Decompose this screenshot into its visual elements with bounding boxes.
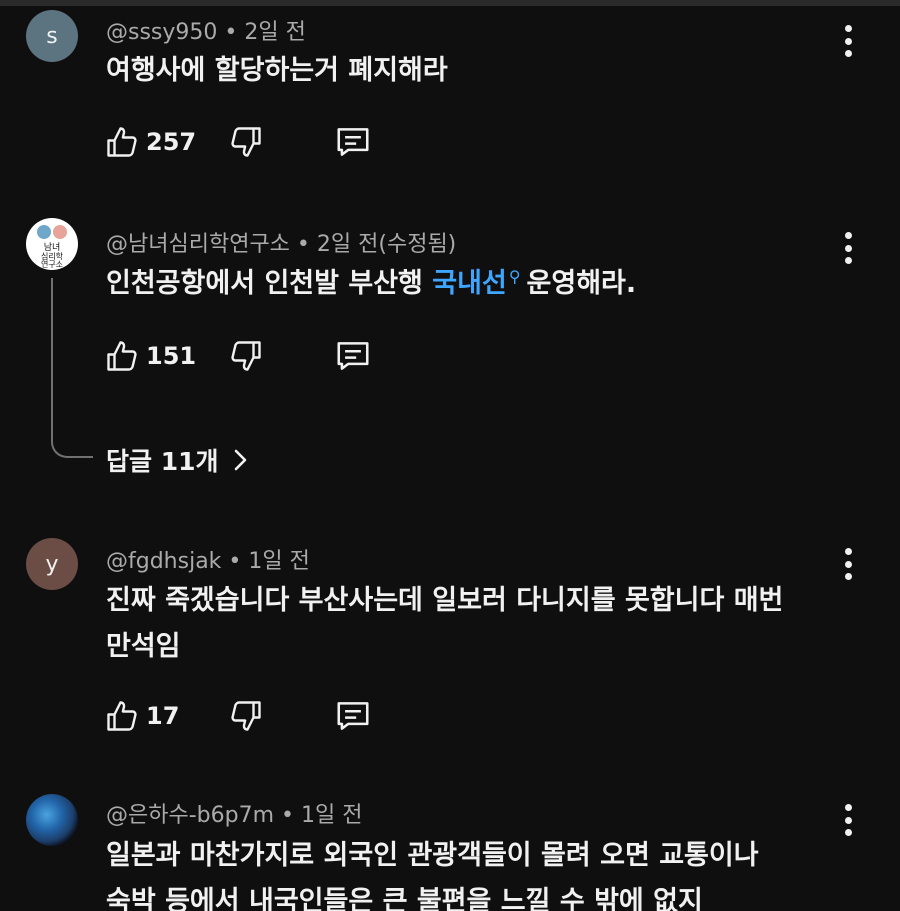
- comment-icon: [337, 702, 369, 730]
- more-vertical-icon[interactable]: [838, 804, 858, 836]
- comment-text: 진짜 죽겠습니다 부산사는데 일보러 다니지를 못합니다 매번 만석임: [106, 578, 783, 670]
- comments-screen: s @sssy950 • 2일 전 여행사에 할당하는거 폐지해라 257 남녀…: [0, 0, 900, 911]
- like-count: 257: [146, 128, 197, 156]
- comment-text-line: 숙박 등에서 내국인들은 큰 불편을 느낄 수 밖에 없지: [106, 886, 703, 911]
- avatar-initial: y: [45, 551, 59, 577]
- reply-button[interactable]: [334, 334, 372, 378]
- comment-meta: @fgdhsjak • 1일 전: [106, 543, 310, 575]
- reply-button[interactable]: [334, 120, 372, 164]
- thumbs-down-icon: [231, 701, 261, 731]
- more-vertical-icon[interactable]: [838, 25, 858, 57]
- comment-time: 2일 전: [244, 20, 306, 45]
- comment-text-line: 진짜 죽겠습니다 부산사는데 일보러 다니지를 못합니다 매번: [106, 585, 784, 616]
- comment-text: 일본과 마찬가지로 외국인 관광객들이 몰려 오면 교통이나 숙박 등에서 내국…: [106, 833, 759, 911]
- comment-author[interactable]: @sssy950: [106, 20, 217, 45]
- comment-author[interactable]: @은하수-b6p7m: [106, 803, 274, 828]
- meta-separator: •: [281, 803, 301, 828]
- comment-actions: 151: [100, 334, 400, 378]
- comment-text-line: 만석임: [106, 631, 181, 662]
- comment-time: 2일 전(수정됨): [316, 232, 457, 257]
- like-button[interactable]: 257: [104, 120, 196, 164]
- more-vertical-icon[interactable]: [838, 548, 858, 580]
- avatar-logo: 남녀 심리학 연구소: [37, 225, 67, 269]
- comment-meta: @은하수-b6p7m • 1일 전: [106, 797, 362, 829]
- meta-separator: •: [228, 549, 249, 574]
- avatar[interactable]: [26, 794, 78, 846]
- comment-icon: [337, 342, 369, 370]
- search-link[interactable]: 국내선: [432, 268, 507, 299]
- meta-separator: •: [224, 20, 245, 45]
- like-count: 17: [146, 702, 180, 730]
- like-button[interactable]: 17: [104, 694, 179, 738]
- comment-time: 1일 전: [248, 549, 310, 574]
- avatar[interactable]: y: [26, 538, 78, 590]
- meta-separator: •: [296, 232, 317, 257]
- thumbs-down-icon: [231, 341, 261, 371]
- avatar-initial: s: [46, 23, 58, 49]
- comment-author[interactable]: @fgdhsjak: [106, 549, 221, 574]
- thumbs-down-icon: [231, 127, 261, 157]
- chevron-right-icon: [234, 449, 246, 471]
- search-icon[interactable]: ⚲: [509, 267, 521, 286]
- thumbs-up-icon: [107, 127, 137, 157]
- view-replies-button[interactable]: 답글 11개: [106, 440, 249, 480]
- comment-author[interactable]: @남녀심리학연구소: [106, 232, 290, 257]
- replies-label: 답글 11개: [106, 447, 219, 476]
- like-count: 151: [146, 342, 197, 370]
- comment-icon: [337, 128, 369, 156]
- thumbs-up-icon: [107, 341, 137, 371]
- svg-text:연구소: 연구소: [41, 260, 63, 269]
- comment-time: 1일 전: [301, 803, 363, 828]
- thread-line: [51, 278, 93, 458]
- like-button[interactable]: 151: [104, 334, 196, 378]
- comment-meta: @sssy950 • 2일 전: [106, 14, 306, 46]
- comment-text-after: 운영해라.: [526, 268, 637, 299]
- avatar[interactable]: 남녀 심리학 연구소: [26, 218, 78, 270]
- comment-meta: @남녀심리학연구소 • 2일 전(수정됨): [106, 226, 456, 258]
- dislike-button[interactable]: [228, 694, 264, 738]
- top-divider: [0, 0, 900, 6]
- reply-button[interactable]: [334, 694, 372, 738]
- comment-text-line: 일본과 마찬가지로 외국인 관광객들이 몰려 오면 교통이나: [106, 840, 759, 871]
- comment-text-before: 인천공항에서 인천발 부산행: [106, 268, 433, 299]
- dislike-button[interactable]: [228, 334, 264, 378]
- comment-actions: 257: [100, 120, 400, 164]
- more-vertical-icon[interactable]: [838, 232, 858, 264]
- avatar[interactable]: s: [26, 10, 78, 62]
- comment-text: 여행사에 할당하는거 폐지해라: [106, 55, 448, 86]
- comment-text: 인천공항에서 인천발 부산행 국내선 ⚲ 운영해라.: [106, 261, 636, 310]
- dislike-button[interactable]: [228, 120, 264, 164]
- thumbs-up-icon: [107, 701, 137, 731]
- comment-actions: 17: [100, 694, 400, 738]
